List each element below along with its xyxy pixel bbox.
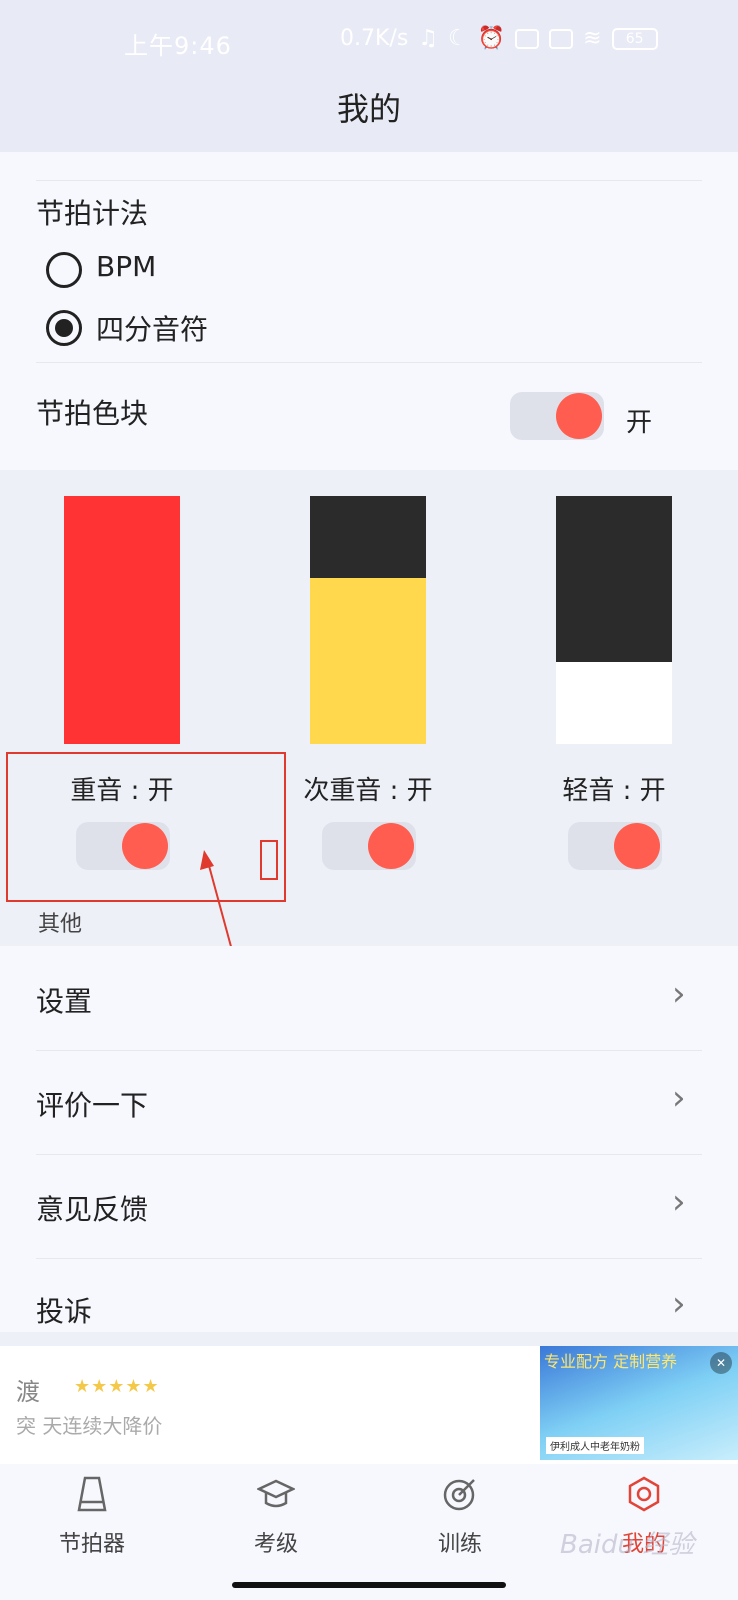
signal-icon xyxy=(515,28,540,49)
ad-description: 突 天连续大降价 xyxy=(16,1414,163,1438)
tab-exam[interactable]: 考级 xyxy=(216,1474,336,1558)
ad-close-icon[interactable]: ✕ xyxy=(710,1352,732,1374)
light-beat-toggle[interactable] xyxy=(568,822,662,870)
beat-color-block-toggle[interactable] xyxy=(510,392,604,440)
chevron-right-icon: › xyxy=(672,1284,686,1324)
list-item-label: 投诉 xyxy=(36,1295,93,1328)
list-item-feedback[interactable]: 意见反馈 › xyxy=(0,1154,738,1258)
wifi-icon: ≋ xyxy=(583,26,602,51)
secondary-accent-color-block xyxy=(310,496,426,744)
profile-ring-icon xyxy=(624,1474,664,1514)
status-time: 上午9:46 xyxy=(124,32,232,60)
block-white-part xyxy=(556,662,672,744)
ad-image-text: 专业配方 定制营养 xyxy=(544,1352,678,1371)
target-icon xyxy=(440,1474,480,1514)
tab-label: 训练 xyxy=(437,1532,482,1557)
list-item-label: 设置 xyxy=(36,985,93,1018)
list-item-label: 评价一下 xyxy=(36,1089,149,1122)
home-indicator[interactable] xyxy=(232,1582,506,1588)
metronome-icon xyxy=(72,1474,112,1514)
ad-rating-stars: ★★★★★ xyxy=(74,1376,160,1397)
secondary-accent-toggle[interactable] xyxy=(322,822,416,870)
block-yellow-part xyxy=(310,578,426,744)
tab-metronome[interactable]: 节拍器 xyxy=(32,1474,152,1558)
moon-icon: ☾ xyxy=(448,26,468,51)
baidu-watermark: Baidu 经验 xyxy=(560,1530,695,1560)
block-dark-part xyxy=(310,496,426,578)
toggle-knob xyxy=(556,393,602,439)
alarm-icon: ⏰ xyxy=(477,26,506,51)
chevron-right-icon: › xyxy=(672,974,686,1014)
tab-training[interactable]: 训练 xyxy=(400,1474,520,1558)
list-item-complaint[interactable]: 投诉 › xyxy=(0,1258,738,1338)
chevron-right-icon: › xyxy=(672,1078,686,1118)
toggle-knob xyxy=(614,823,660,869)
list-item-label: 意见反馈 xyxy=(36,1193,149,1226)
network-speed: 0.7K/s xyxy=(340,26,409,51)
status-icons: 0.7K/s ♫ ☾ ⏰ ≋ 65 xyxy=(340,26,658,51)
ad-image[interactable]: 专业配方 定制营养 ✕ 伊利成人中老年奶粉 xyxy=(540,1346,738,1460)
radio-bpm-label[interactable]: BPM xyxy=(96,250,156,283)
list-item-rate[interactable]: 评价一下 › xyxy=(0,1050,738,1154)
radio-quarter-note-label[interactable]: 四分音符 xyxy=(96,308,208,348)
ad-title: 渡 xyxy=(16,1378,40,1406)
headphone-icon: ♫ xyxy=(418,26,439,51)
signal-icon-2 xyxy=(549,28,574,49)
block-dark-part xyxy=(556,496,672,662)
secondary-accent-label: 次重音 : 开 xyxy=(303,776,433,806)
radio-quarter-note[interactable] xyxy=(46,310,82,346)
divider xyxy=(36,180,702,181)
battery-icon: 65 xyxy=(611,27,658,50)
radio-bpm[interactable] xyxy=(46,252,82,288)
beat-color-block-label: 节拍色块 xyxy=(36,397,149,430)
beat-notation-label: 节拍计法 xyxy=(36,197,149,230)
graduation-cap-icon xyxy=(256,1474,296,1514)
other-section-label: 其他 xyxy=(38,912,83,937)
page-title: 我的 xyxy=(336,90,401,128)
tab-label: 考级 xyxy=(253,1532,298,1557)
chevron-right-icon: › xyxy=(672,1182,686,1222)
divider xyxy=(36,362,702,363)
beat-color-block-state: 开 xyxy=(626,408,653,438)
ad-image-caption: 伊利成人中老年奶粉 xyxy=(546,1437,644,1454)
light-beat-label: 轻音 : 开 xyxy=(562,776,666,806)
list-item-settings[interactable]: 设置 › xyxy=(0,946,738,1050)
accent-color-block xyxy=(64,496,180,744)
tab-label: 节拍器 xyxy=(58,1532,125,1557)
light-beat-color-block xyxy=(556,496,672,744)
toggle-knob xyxy=(368,823,414,869)
